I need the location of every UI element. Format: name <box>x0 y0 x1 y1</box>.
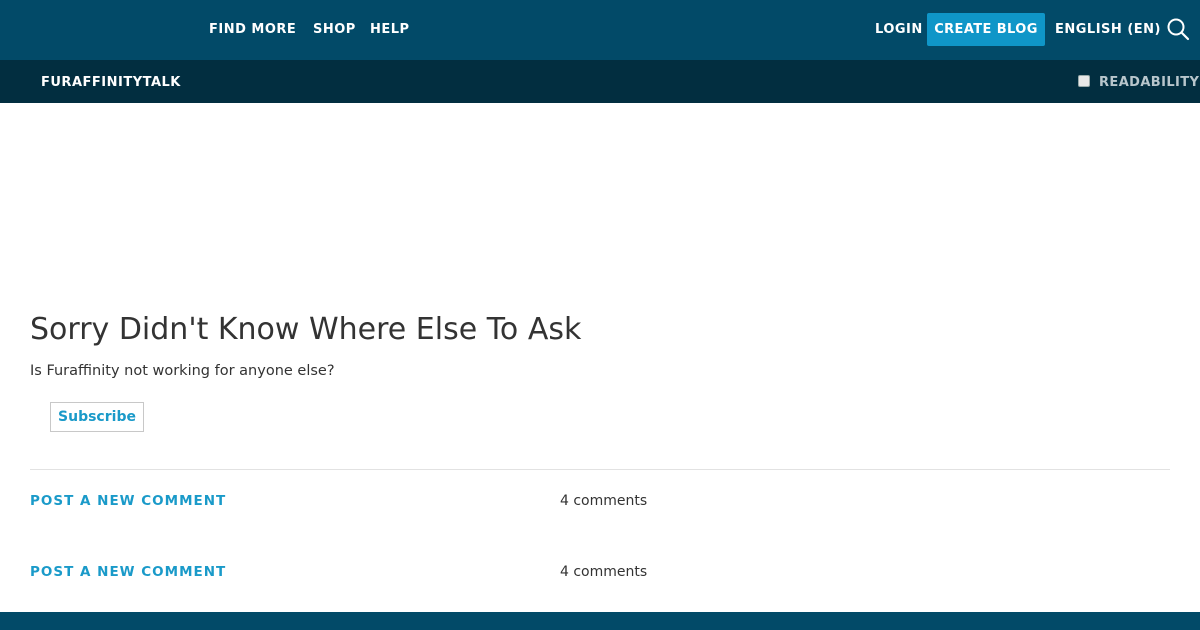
nav-help[interactable]: HELP <box>370 22 410 37</box>
nav-find-more[interactable]: FIND MORE <box>209 22 296 37</box>
language-selector[interactable]: ENGLISH (EN) <box>1055 22 1161 37</box>
top-navigation-bar: FIND MORE SHOP HELP LOGIN CREATE BLOG EN… <box>0 0 1200 60</box>
post-body: Is Furaffinity not working for anyone el… <box>30 363 335 379</box>
content-divider <box>30 469 1170 470</box>
login-link[interactable]: LOGIN <box>875 22 923 37</box>
readability-label: READABILITY <box>1099 75 1200 90</box>
comment-count: 4 comments <box>560 493 648 509</box>
post-title: Sorry Didn't Know Where Else To Ask <box>30 312 582 347</box>
search-icon[interactable] <box>1166 17 1190 41</box>
comment-count: 4 comments <box>560 564 648 580</box>
nav-shop[interactable]: SHOP <box>313 22 356 37</box>
readability-checkbox[interactable] <box>1078 75 1090 87</box>
blog-name-link[interactable]: FURAFFINITYTALK <box>41 75 181 90</box>
create-blog-button[interactable]: CREATE BLOG <box>927 13 1045 46</box>
footer-bar <box>0 612 1200 630</box>
post-new-comment-link[interactable]: POST A NEW COMMENT <box>30 564 226 580</box>
subscribe-button[interactable]: Subscribe <box>50 402 144 432</box>
blog-sub-header: FURAFFINITYTALK READABILITY <box>0 60 1200 103</box>
post-new-comment-link[interactable]: POST A NEW COMMENT <box>30 493 226 509</box>
